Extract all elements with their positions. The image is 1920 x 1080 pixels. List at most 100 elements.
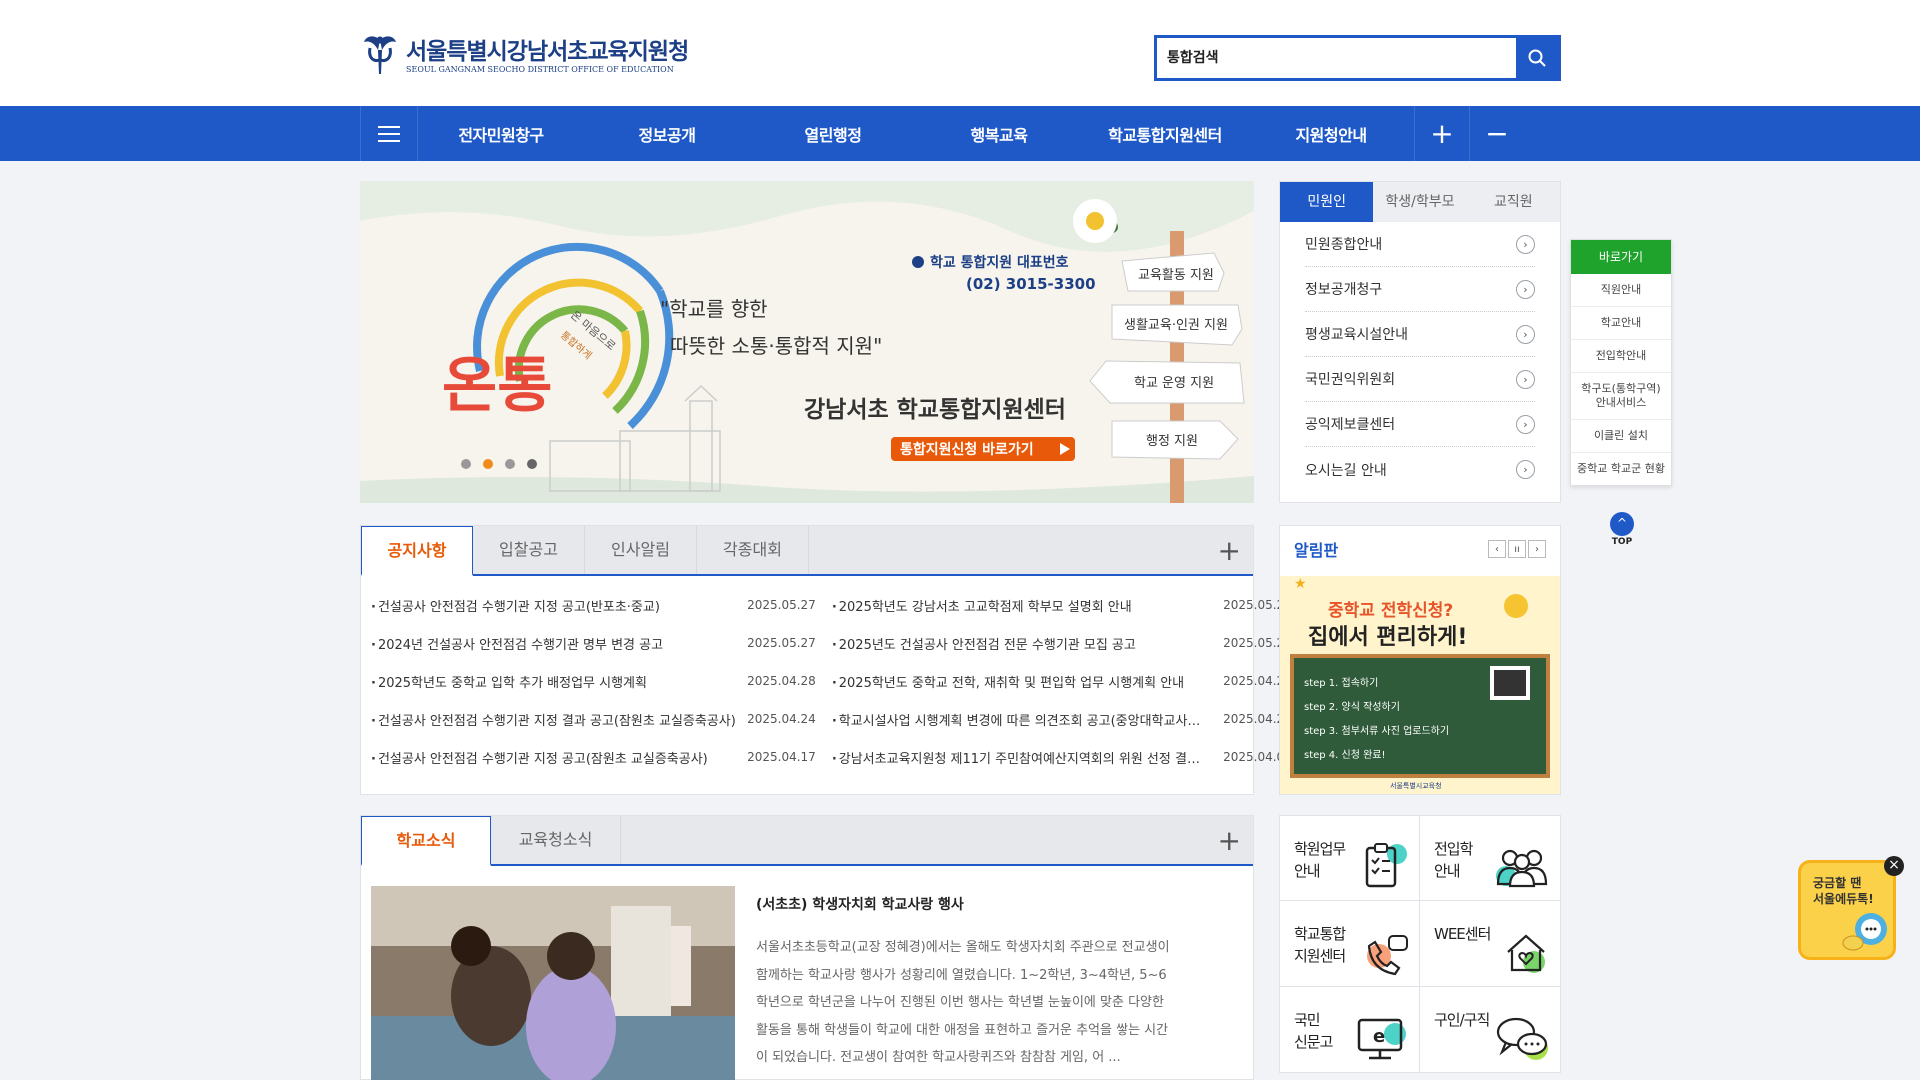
svg-text:step 3. 첨부서류 사진 업로드하기: step 3. 첨부서류 사진 업로드하기 xyxy=(1304,724,1449,737)
quick-service-grid: 학원업무 안내 전입학 안내 학교통합 지원센터 WEE센터 국민 신문고 e … xyxy=(1279,815,1561,1073)
service-job-board[interactable]: 구인/구직 xyxy=(1420,987,1560,1072)
site-logo[interactable]: 서울특별시강남서초교육지원청 SEOUL GANGNAM SEOCHO DIST… xyxy=(360,34,689,78)
news-more-button[interactable]: + xyxy=(1218,824,1241,857)
notice-row[interactable]: 2025년도 건설공사 안전점검 전문 수행기관 모집 공고2025.05.20 xyxy=(832,624,1292,662)
civil-link-item[interactable]: 공익제보클센터 › xyxy=(1305,402,1535,447)
banner-slogan-1: "학교를 향한 xyxy=(660,297,768,321)
clipboard-check-icon xyxy=(1365,843,1407,888)
svg-text:중학교 전학신청?: 중학교 전학신청? xyxy=(1328,600,1453,621)
quick-item-staff[interactable]: 직원안내 xyxy=(1571,274,1671,307)
tab-office-news[interactable]: 교육청소식 xyxy=(491,816,621,864)
news-title[interactable]: (서초초) 학생자치회 학교사랑 행사 xyxy=(756,894,964,914)
service-wee-center[interactable]: WEE센터 xyxy=(1420,901,1560,987)
board-next-button[interactable]: › xyxy=(1528,540,1546,558)
notice-row[interactable]: 학교시설사업 시행계획 변경에 따른 의견조회 공고(중앙대학교사범대학부속중학… xyxy=(832,700,1292,738)
search-box: 통합검색 xyxy=(1154,35,1561,81)
nav-item-open-admin[interactable]: 열린행정 xyxy=(750,106,916,161)
news-description: 서울서초초등학교(교장 정혜경)에서는 올해도 학생자치회 주관으로 전교생이 … xyxy=(756,940,1170,1065)
nav-item-happy-edu[interactable]: 행복교육 xyxy=(916,106,1082,161)
tab-contests[interactable]: 각종대회 xyxy=(697,526,809,574)
main-banner[interactable]: 온통 온 마음으로 통합하게 "학교를 향한 따뜻한 소통·통합적 지원" 학교… xyxy=(360,181,1254,503)
chatbot-widget[interactable]: 궁금할 땐 서울에듀톡! xyxy=(1798,860,1896,960)
quick-menu: 바로가기 직원안내 학교안내 전입학안내 학구도(통학구역) 안내서비스 이클린… xyxy=(1570,239,1672,486)
chevron-right-icon: › xyxy=(1516,234,1535,254)
svg-text:e: e xyxy=(1373,1026,1385,1047)
notice-more-button[interactable]: + xyxy=(1218,534,1241,567)
board-title: 알림판 xyxy=(1294,541,1339,560)
banner-slogan-2: 따뜻한 소통·통합적 지원" xyxy=(670,334,882,358)
quick-item-transfer[interactable]: 전입학안내 xyxy=(1571,340,1671,373)
notice-row[interactable]: 건설공사 안전점검 수행기관 지정 공고(잠원초 교실증축공사)2025.04.… xyxy=(371,738,816,776)
search-input[interactable]: 통합검색 xyxy=(1157,38,1516,78)
banner-center-name: 강남서초 학교통합지원센터 xyxy=(804,397,1066,423)
chevron-right-icon: › xyxy=(1516,324,1535,344)
phone-chat-icon xyxy=(1367,934,1408,975)
tab-student-parent[interactable]: 학생/학부모 xyxy=(1373,182,1466,222)
notice-board: 공지사항 입찰공고 인사알림 각종대회 + 건설공사 안전점검 수행기관 지정 … xyxy=(360,525,1292,795)
collapse-all-button[interactable]: − xyxy=(1469,106,1524,161)
notice-row[interactable]: 2024년 건설공사 안전점검 수행기관 명부 변경 공고2025.05.27 xyxy=(371,624,816,662)
news-board: 학교소식 교육청소식 + (서초초) 학생자치회 학교사랑 행사 서울서초초등학… xyxy=(360,815,1254,1080)
tab-personnel[interactable]: 인사알림 xyxy=(585,526,697,574)
quick-item-school-district[interactable]: 학구도(통학구역) 안내서비스 xyxy=(1571,373,1671,420)
house-heart-icon xyxy=(1507,934,1545,973)
svg-text:집에서 편리하게!: 집에서 편리하게! xyxy=(1308,625,1467,650)
board-pause-button[interactable]: ıı xyxy=(1508,540,1526,558)
nav-item-office-guide[interactable]: 지원청안내 xyxy=(1248,106,1414,161)
tab-bid[interactable]: 입찰공고 xyxy=(473,526,585,574)
tab-school-news[interactable]: 학교소식 xyxy=(361,816,491,866)
quick-item-school[interactable]: 학교안내 xyxy=(1571,307,1671,340)
notice-row[interactable]: 2025학년도 강남서초 고교학점제 학부모 설명회 안내2025.05.27 xyxy=(832,586,1292,624)
civil-link-item[interactable]: 오시는길 안내 › xyxy=(1305,447,1535,492)
tab-staff[interactable]: 교직원 xyxy=(1467,182,1560,222)
nav-item-e-civil[interactable]: 전자민원창구 xyxy=(418,106,584,161)
hamburger-menu-button[interactable] xyxy=(361,106,418,161)
chatbot-label: 궁금할 땐 서울에듀톡! xyxy=(1813,876,1874,906)
notice-row[interactable]: 2025학년도 중학교 입학 추가 배정업무 시행계획2025.04.28 xyxy=(371,662,816,700)
quick-item-eclean[interactable]: 이클린 설치 xyxy=(1571,420,1671,453)
speech-bubbles-icon xyxy=(1496,1017,1548,1060)
civil-link-item[interactable]: 국민권익위원회 › xyxy=(1305,357,1535,402)
board-prev-button[interactable]: ‹ xyxy=(1488,540,1506,558)
svg-text:step 2. 양식 작성하기: step 2. 양식 작성하기 xyxy=(1304,700,1400,713)
search-icon xyxy=(1528,49,1546,67)
banner-logo-word: 온통 xyxy=(442,351,552,421)
civil-link-item[interactable]: 민원종합안내 › xyxy=(1305,222,1535,267)
expand-all-button[interactable]: + xyxy=(1414,106,1469,161)
banner-sign-2: 생활교육·인권 지원 xyxy=(1124,318,1228,333)
banner-phone: (02) 3015-3300 xyxy=(966,275,1096,293)
civil-service-panel: 민원인 학생/학부모 교직원 민원종합안내 › 정보공개청구 › 평생교육시설안내 ›… xyxy=(1279,181,1561,503)
notice-row[interactable]: 건설공사 안전점검 수행기관 지정 공고(반포초·중교)2025.05.27 xyxy=(371,586,816,624)
board-slide-image[interactable]: ★ 중학교 전학신청? 집에서 편리하게! step 1. 접속하기 step … xyxy=(1280,576,1560,794)
notice-row[interactable]: 강남서초교육지원청 제11기 주민참여예산지역회의 위원 선정 결과 안내202… xyxy=(832,738,1292,776)
notice-row[interactable]: 건설공사 안전점검 수행기관 지정 결과 공고(잠원초 교실증축공사)2025.… xyxy=(371,700,816,738)
svg-text:step 1. 접속하기: step 1. 접속하기 xyxy=(1304,676,1378,689)
tab-civil[interactable]: 민원인 xyxy=(1280,182,1374,222)
service-transfer-guide[interactable]: 전입학 안내 xyxy=(1420,816,1560,902)
chevron-up-icon: ^ xyxy=(1610,512,1634,536)
search-button[interactable] xyxy=(1516,38,1558,78)
tab-notice[interactable]: 공지사항 xyxy=(361,526,473,576)
education-office-logo-icon xyxy=(364,36,396,74)
main-nav: 전자민원창구 정보공개 열린행정 행복교육 학교통합지원센터 지원청안내 + − xyxy=(0,106,1920,161)
chevron-right-icon: › xyxy=(1516,414,1535,434)
civil-link-item[interactable]: 평생교육시설안내 › xyxy=(1305,312,1535,357)
civil-link-item[interactable]: 정보공개청구 › xyxy=(1305,267,1535,312)
service-people-sinmungo[interactable]: 국민 신문고 e xyxy=(1280,986,1420,1072)
scroll-top-button[interactable]: ^ TOP xyxy=(1609,512,1635,547)
notice-row[interactable]: 2025학년도 중학교 전학, 재취학 및 편입학 업무 시행계획 안내2025… xyxy=(832,662,1292,700)
chatbot-close-button[interactable]: × xyxy=(1884,856,1904,876)
svg-text:step 4. 신청 완료!: step 4. 신청 완료! xyxy=(1304,749,1386,761)
service-school-support-center[interactable]: 학교통합 지원센터 xyxy=(1280,901,1420,987)
service-academy-guide[interactable]: 학원업무 안내 xyxy=(1280,816,1420,902)
nav-item-info-disclosure[interactable]: 정보공개 xyxy=(584,106,750,161)
banner-sign-1: 교육활동 지원 xyxy=(1138,268,1214,283)
svg-text:★: ★ xyxy=(1294,576,1307,592)
monitor-e-icon: e xyxy=(1357,1018,1406,1060)
banner-sign-3: 학교 운영 지원 xyxy=(1134,376,1214,391)
news-photo[interactable] xyxy=(371,886,735,1080)
quick-item-middle-school-group[interactable]: 중학교 학교군 현황 xyxy=(1571,453,1671,485)
chevron-right-icon: › xyxy=(1516,279,1535,299)
banner-phone-label: 학교 통합지원 대표번호 xyxy=(930,254,1069,271)
nav-item-school-support[interactable]: 학교통합지원센터 xyxy=(1082,106,1248,161)
